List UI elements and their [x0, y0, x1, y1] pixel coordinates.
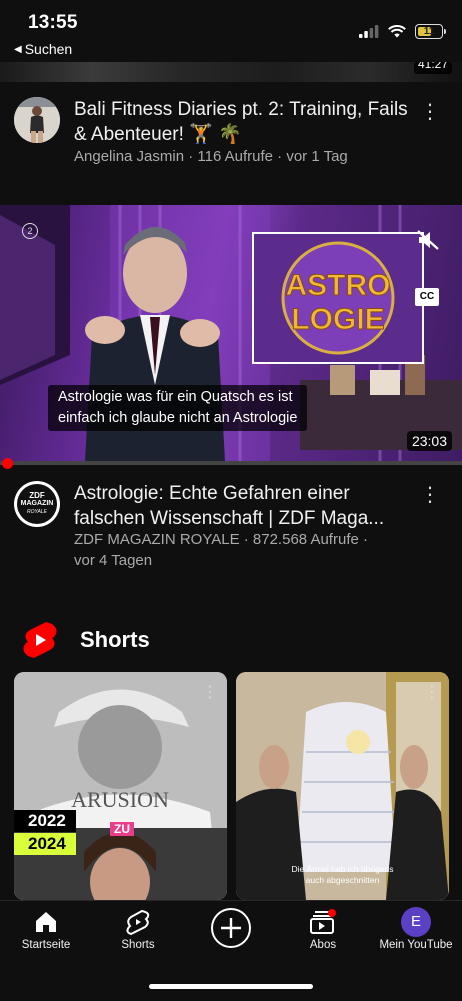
home-icon [36, 912, 56, 932]
back-to-search-link[interactable]: ◀ Suchen [14, 41, 72, 57]
subtitle-box: Astrologie was für ein Quatsch es ist ei… [48, 385, 308, 431]
plus-circle-icon [211, 908, 251, 948]
video-player[interactable]: ASTRO LOGIE 2 CC Astrologie was für ein … [0, 205, 462, 461]
shorts-title: Shorts [80, 627, 150, 652]
mute-icon[interactable] [416, 229, 440, 251]
short-card[interactable]: ⋮ Die Ärmel hab ich übrigens auch abgesc… [236, 672, 449, 900]
video-meta-line-1: ZDF MAGAZIN ROYALE · 872.568 Aufrufe · [74, 531, 368, 548]
more-options-icon[interactable]: ⋮ [420, 99, 440, 124]
video-title[interactable]: Bali Fitness Diaries pt. 2: Training, Fa… [74, 97, 414, 147]
nav-home[interactable]: Startseite [0, 909, 92, 951]
clock: 13:55 [28, 12, 78, 33]
channel-avatar-angelina[interactable] [14, 97, 60, 143]
more-options-icon[interactable]: ⋮ [200, 682, 220, 702]
zu-label: ZU [110, 822, 134, 836]
captions-button[interactable]: CC [415, 288, 439, 306]
nav-shorts[interactable]: Shorts [92, 909, 184, 951]
nav-shorts-label: Shorts [121, 939, 155, 951]
user-avatar: E [401, 907, 431, 937]
svg-text:ASTRO: ASTRO [286, 269, 391, 302]
svg-text:ARUSION: ARUSION [71, 787, 169, 812]
more-options-icon[interactable]: ⋮ [422, 682, 442, 702]
wifi-icon [388, 25, 406, 38]
video-title[interactable]: Astrologie: Echte Gefahren einer falsche… [74, 481, 414, 531]
nav-you[interactable]: E Mein YouTube [370, 907, 462, 951]
channel-avatar-zdf[interactable]: ZDF MAGAZIN ROYALE [14, 481, 60, 527]
create-button[interactable] [185, 907, 277, 949]
home-indicator [149, 984, 313, 989]
short-caption: Die Ärmel hab ich übrigens auch abgeschn… [236, 864, 449, 886]
more-options-icon[interactable]: ⋮ [420, 482, 440, 507]
battery-level: 11 [423, 26, 435, 37]
video-meta: ZDF MAGAZIN ROYALE · 872.568 Aufrufe · v… [74, 529, 368, 571]
autoplay-indicator-icon: 2 [22, 223, 38, 239]
short-card[interactable]: ARUSION ⋮ 2022 ZU 2024 [14, 672, 227, 900]
video-meta: Angelina Jasmin · 116 Aufrufe · vor 1 Ta… [74, 148, 348, 165]
year-top-label: 2022 [14, 810, 76, 832]
caption-line-1: Die Ärmel hab ich übrigens [291, 864, 394, 874]
year-bottom-label: 2024 [14, 833, 76, 855]
zdf-logo-line-3: ROYALE [26, 509, 47, 515]
signal-icon [359, 25, 379, 38]
previous-video-duration: 41:27 [413, 62, 452, 74]
avatar-image [14, 97, 60, 143]
shorts-icon [126, 909, 150, 935]
short-thumbnail: ARUSION [14, 672, 227, 900]
back-label: Suchen [24, 41, 73, 57]
shorts-logo-icon [23, 622, 57, 658]
zdf-logo-line-1: ZDF [29, 491, 45, 500]
subtitle-line-2: einfach ich glaube nicht an Astrologie [58, 410, 298, 426]
subtitle-line-1: Astrologie was für ein Quatsch es ist [58, 389, 293, 405]
battery-icon: 11 [415, 24, 443, 39]
svg-text:LOGIE: LOGIE [291, 303, 384, 336]
nav-subscriptions-label: Abos [309, 939, 337, 951]
progress-track[interactable] [0, 461, 462, 465]
caption-line-2: auch abgeschnitten [305, 875, 380, 885]
progress-knob[interactable] [2, 458, 13, 469]
system-icons: 11 [359, 24, 446, 39]
video-title-line-2: falschen Wissenschaft | ZDF Maga... [74, 508, 385, 529]
zdf-logo-line-2: MAGAZIN [20, 500, 54, 507]
video-title-line-1: Astrologie: Echte Gefahren einer [74, 483, 350, 504]
previous-video-thumbnail[interactable] [0, 62, 462, 82]
nav-home-label: Startseite [21, 939, 71, 951]
nav-you-label: Mein YouTube [379, 939, 453, 951]
nav-subscriptions[interactable]: Abos [277, 909, 369, 951]
subscriptions-icon [310, 909, 336, 934]
video-duration: 23:03 [406, 431, 452, 451]
battery-tip [444, 29, 446, 34]
back-triangle-icon: ◀ [14, 43, 22, 55]
shorts-shelf-header: Shorts [22, 620, 150, 660]
video-meta-line-2: vor 4 Tagen [74, 552, 153, 569]
